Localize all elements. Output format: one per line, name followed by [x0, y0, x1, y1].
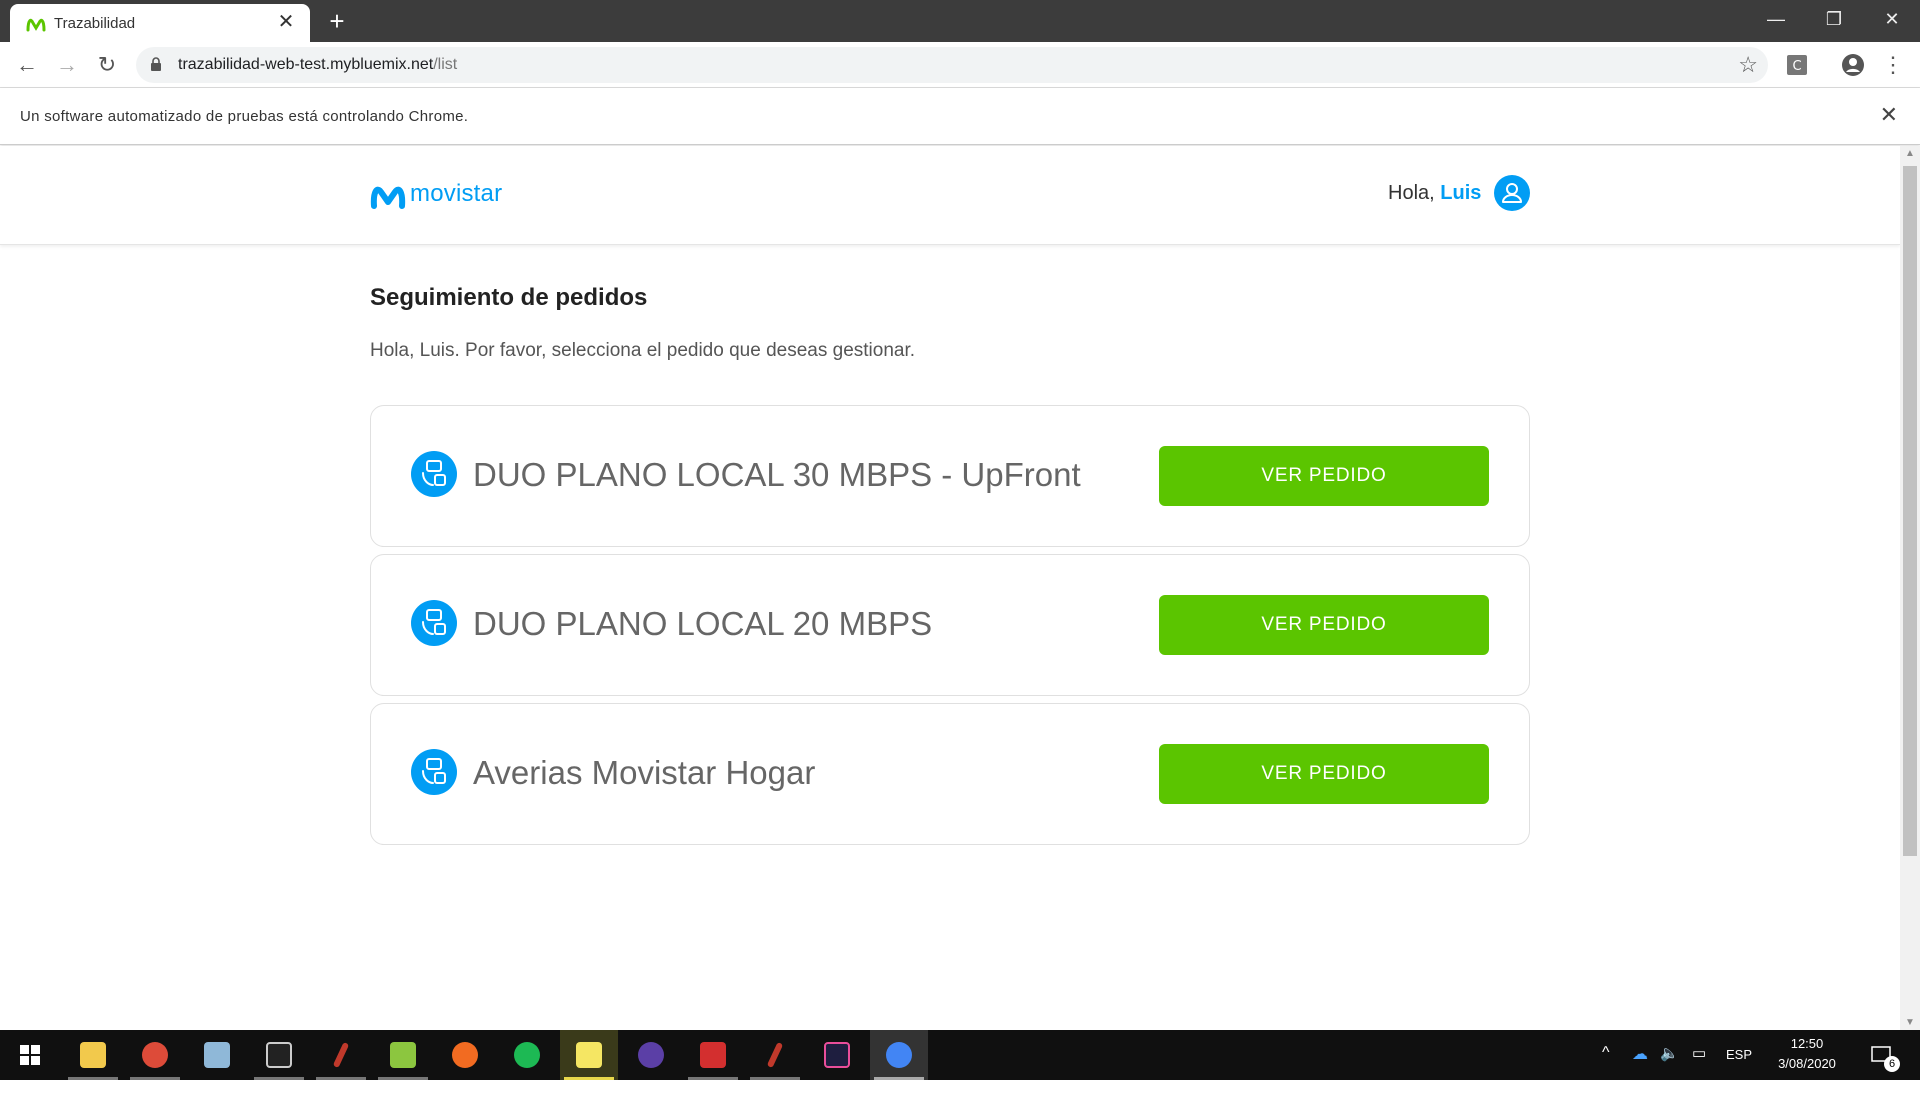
movistar-m-icon	[370, 186, 406, 209]
forward-button[interactable]: →	[52, 50, 82, 80]
order-card: Averias Movistar Hogar VER PEDIDO	[370, 703, 1530, 845]
chrome-icon	[142, 1042, 168, 1068]
pdf-icon	[700, 1042, 726, 1068]
chrome-icon	[886, 1042, 912, 1068]
app-taskbar-item[interactable]	[374, 1030, 432, 1080]
terminal-icon	[266, 1042, 292, 1068]
order-name: DUO PLANO LOCAL 20 MBPS	[473, 605, 933, 642]
media-app[interactable]	[560, 1030, 618, 1080]
file-explorer-app[interactable]	[64, 1030, 122, 1080]
language-indicator[interactable]: ESP	[1726, 1047, 1752, 1097]
minimize-button[interactable]: —	[1748, 0, 1804, 40]
app-icon	[514, 1042, 540, 1068]
new-tab-button[interactable]: +	[322, 6, 352, 36]
folder-icon	[80, 1042, 106, 1068]
ver-pedido-button[interactable]: VER PEDIDO	[1159, 744, 1489, 804]
svg-text:C: C	[1792, 59, 1801, 74]
tab-strip: Trazabilidad ✕ + — ❐ ✕	[0, 0, 1920, 42]
ver-pedido-button[interactable]: VER PEDIDO	[1159, 595, 1489, 655]
chrome-app-active[interactable]	[870, 1030, 928, 1080]
infobar-close-icon[interactable]: ✕	[1880, 102, 1898, 128]
user-greeting: Hola, Luis	[1388, 182, 1481, 205]
close-window-button[interactable]: ✕	[1864, 0, 1920, 40]
pen-icon	[766, 1041, 784, 1069]
bookmark-star-icon[interactable]: ☆	[1738, 52, 1758, 78]
start-button[interactable]	[0, 1030, 58, 1080]
clock-date[interactable]: 3/08/2020	[1772, 1056, 1842, 1106]
show-hidden-icons-icon[interactable]: ^	[1602, 1044, 1610, 1094]
site-header: movistar Hola, Luis	[0, 146, 1900, 245]
app-taskbar-item[interactable]	[622, 1030, 680, 1080]
devices-icon	[411, 451, 457, 497]
greeting-text: Hola,	[1388, 182, 1435, 204]
volume-icon[interactable]: 🔈	[1660, 1044, 1679, 1094]
windows-logo-icon	[20, 1045, 40, 1065]
url-host: trazabilidad-web-test.mybluemix.net	[178, 56, 434, 73]
page-subtitle: Hola, Luis. Por favor, selecciona el ped…	[370, 340, 916, 361]
lock-icon	[151, 57, 161, 71]
logo-text: movistar	[410, 180, 503, 207]
url-path: /list	[433, 56, 458, 73]
windows-taskbar: ^ ☁ 🔈 ▭ ESP 12:50 3/08/2020 6	[0, 1030, 1920, 1080]
order-name: Averias Movistar Hogar	[473, 754, 816, 791]
devices-icon	[411, 749, 457, 795]
page-title: Seguimiento de pedidos	[370, 284, 648, 311]
acrobat-app[interactable]	[684, 1030, 742, 1080]
devices-icon	[411, 600, 457, 646]
tab-close-icon[interactable]: ✕	[274, 10, 298, 34]
scroll-down-icon[interactable]: ▼	[1905, 1017, 1915, 1028]
app-icon	[638, 1042, 664, 1068]
order-card: DUO PLANO LOCAL 30 MBPS - UpFront VER PE…	[370, 405, 1530, 547]
app-icon	[204, 1042, 230, 1068]
order-card: DUO PLANO LOCAL 20 MBPS VER PEDIDO	[370, 554, 1530, 696]
pen-icon	[332, 1041, 350, 1069]
page-scrollbar[interactable]: ▲ ▼	[1900, 146, 1920, 1030]
reload-button[interactable]: ↻	[92, 50, 122, 80]
infobar-message: Un software automatizado de pruebas está…	[20, 108, 469, 125]
app-icon	[452, 1042, 478, 1068]
action-center-icon[interactable]: 6	[1868, 1040, 1900, 1090]
browser-tab[interactable]: Trazabilidad ✕	[10, 4, 310, 42]
order-name: DUO PLANO LOCAL 30 MBPS - UpFront	[473, 456, 1081, 493]
battery-icon[interactable]: ▭	[1692, 1044, 1706, 1094]
pen-app[interactable]	[312, 1030, 370, 1080]
app-taskbar-item[interactable]	[498, 1030, 556, 1080]
leaf-icon	[390, 1042, 416, 1068]
back-button[interactable]: ←	[12, 50, 42, 80]
browser-toolbar: ← → ↻ trazabilidad-web-test.mybluemix.ne…	[0, 42, 1920, 88]
scrollbar-thumb[interactable]	[1903, 166, 1917, 856]
pen-app[interactable]	[746, 1030, 804, 1080]
page-content: movistar Hola, Luis Seguimiento de pedid…	[0, 146, 1900, 1030]
terminal-app[interactable]	[250, 1030, 308, 1080]
tab-title: Trazabilidad	[54, 15, 136, 32]
restore-button[interactable]: ❐	[1806, 0, 1862, 40]
extension-icon[interactable]: C	[1784, 52, 1810, 78]
movistar-favicon-icon	[26, 18, 46, 32]
clapper-icon	[576, 1042, 602, 1068]
address-bar[interactable]: trazabilidad-web-test.mybluemix.net/list…	[136, 47, 1768, 83]
user-avatar-icon[interactable]	[1494, 175, 1530, 211]
profile-icon[interactable]	[1840, 52, 1866, 78]
url-text: trazabilidad-web-test.mybluemix.net/list	[178, 56, 457, 74]
user-name[interactable]: Luis	[1440, 182, 1481, 204]
app-taskbar-item[interactable]	[436, 1030, 494, 1080]
chrome-app[interactable]	[126, 1030, 184, 1080]
ver-pedido-button[interactable]: VER PEDIDO	[1159, 446, 1489, 506]
menu-kebab-icon[interactable]: ⋮	[1878, 50, 1908, 80]
automation-infobar: Un software automatizado de pruebas está…	[0, 88, 1920, 145]
app-taskbar-item[interactable]	[188, 1030, 246, 1080]
onedrive-icon[interactable]: ☁	[1632, 1044, 1648, 1094]
ij-icon	[824, 1042, 850, 1068]
notification-count: 6	[1884, 1056, 1900, 1072]
intellij-app[interactable]	[808, 1030, 866, 1080]
scroll-up-icon[interactable]: ▲	[1905, 148, 1915, 159]
